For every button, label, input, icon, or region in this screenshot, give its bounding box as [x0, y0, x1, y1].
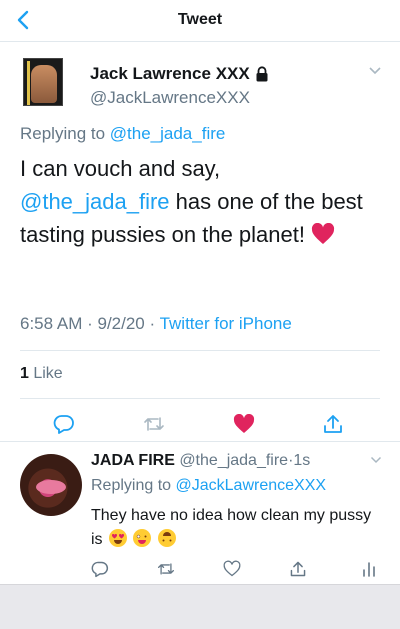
replying-to-link[interactable]: @the_jada_fire [110, 124, 226, 143]
display-name: Jack Lawrence XXX [90, 64, 250, 83]
tweet-text: I can vouch and say, @the_jada_fire has … [20, 156, 363, 247]
reply-author[interactable]: JADA FIRE @the_jada_fire·1s [91, 452, 310, 470]
reply-text: They have no idea how clean my pussy is [91, 507, 372, 548]
reply-icon[interactable] [53, 414, 75, 434]
source-link[interactable]: Twitter for iPhone [160, 314, 292, 333]
divider [20, 350, 380, 351]
retweet-icon[interactable] [157, 560, 175, 578]
chevron-down-icon[interactable] [370, 456, 382, 464]
reply-tweet[interactable]: JADA FIRE @the_jada_fire·1s Replying to … [0, 442, 400, 584]
replying-to: Replying to @JackLawrenceXXX [91, 477, 327, 494]
share-icon[interactable] [289, 560, 307, 578]
lock-icon [256, 66, 268, 82]
page-title: Tweet [177, 11, 223, 28]
divider [20, 398, 380, 399]
author-handle: @the_jada_fire [179, 452, 289, 469]
chevron-down-icon[interactable] [368, 66, 382, 76]
red-heart-emoji-icon [311, 223, 334, 244]
replying-to: Replying to @the_jada_fire [20, 124, 226, 143]
mention-link[interactable]: @the_jada_fire [20, 189, 170, 214]
tweet-meta: 6:58 AM · 9/2/20 · Twitter for iPhone [20, 314, 292, 333]
likes-count[interactable]: 1 Like [20, 365, 63, 383]
reply-time: 1s [293, 452, 311, 469]
avatar[interactable] [23, 58, 63, 106]
avatar[interactable] [20, 454, 82, 516]
nav-bar: Tweet [0, 0, 400, 42]
author-handle[interactable]: @JackLawrenceXXX [90, 88, 250, 108]
share-icon[interactable] [322, 414, 344, 434]
bottom-bar [0, 584, 400, 629]
main-tweet[interactable]: Jack Lawrence XXX @JackLawrenceXXX Reply… [0, 42, 400, 442]
heart-icon[interactable] [233, 414, 255, 434]
analytics-icon[interactable] [360, 560, 378, 578]
display-name: JADA FIRE [91, 452, 175, 469]
replying-to-link[interactable]: @JackLawrenceXXX [176, 477, 327, 494]
reply-icon[interactable] [91, 560, 109, 578]
retweet-icon[interactable] [143, 414, 165, 434]
heart-icon[interactable] [223, 560, 241, 578]
upside-down-face-emoji-icon [157, 529, 176, 547]
heart-eyes-emoji-icon [109, 529, 128, 547]
author-name[interactable]: Jack Lawrence XXX [90, 64, 269, 84]
zany-face-emoji-icon [133, 529, 152, 547]
